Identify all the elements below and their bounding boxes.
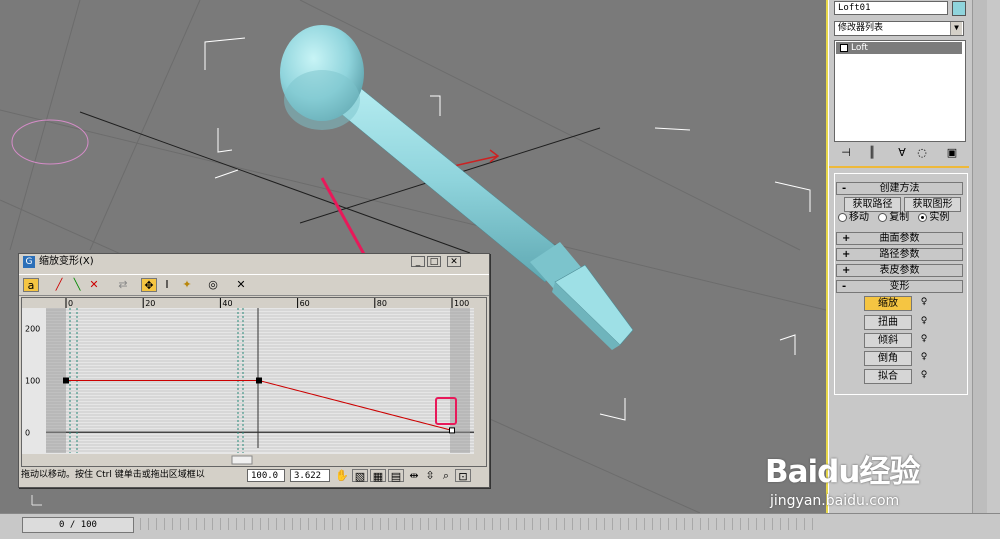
rollout-surface-params[interactable]: + 曲面参数 (836, 232, 963, 245)
lock-aspect-icon[interactable]: a (23, 278, 39, 292)
zoom-horizontal-extents-icon[interactable]: ▦ (370, 469, 386, 483)
ruler-tick-label: 60 (300, 299, 310, 308)
teeter-deform-button[interactable]: 倾斜 (864, 333, 912, 348)
pin-stack-icon[interactable]: ⊣ (838, 146, 854, 160)
baidu-watermark-url: jingyan.baidu.com (770, 493, 900, 509)
object-color-swatch[interactable] (952, 1, 966, 16)
close-icon[interactable]: ✕ (447, 256, 461, 267)
zoom-region-icon[interactable]: ⊡ (455, 469, 471, 483)
maximize-icon[interactable]: □ (427, 256, 441, 267)
modifier-stack[interactable]: Loft (834, 40, 966, 142)
ruler-tick-label: 20 (145, 299, 155, 308)
configure-sets-icon[interactable]: ▣ (944, 146, 960, 160)
deformation-curve[interactable]: 0 20 40 60 80 100 200 100 0 (22, 298, 486, 466)
y-tick-label: 0 (25, 428, 30, 437)
y-tick-label: 100 (25, 377, 40, 386)
expand-icon[interactable] (840, 43, 848, 52)
baidu-watermark: Baidu经验 (765, 454, 920, 490)
display-x-axis-icon[interactable]: ╱ (51, 278, 67, 292)
rollout-area: - 创建方法 获取路径 获取图形 移动 复制 实例 + 曲面参数 + 路径参数 + 表皮… (834, 173, 968, 395)
pan-icon[interactable]: ✋ (334, 469, 350, 482)
ruler-tick-label: 100 (454, 299, 469, 308)
rollout-path-params[interactable]: + 路径参数 (836, 248, 963, 261)
control-point[interactable] (63, 377, 69, 384)
radio-instance[interactable]: 实例 (918, 212, 949, 223)
bulb-icon[interactable]: ♀ (920, 316, 928, 326)
dialog-status-text: 拖动以移动。按住 Ctrl 键单击或拖出区域框以 (21, 470, 205, 480)
panel-scrollbar[interactable] (972, 0, 987, 513)
app-icon: G (23, 256, 35, 268)
move-control-point-icon[interactable]: ✥ (141, 278, 157, 292)
show-end-result-icon[interactable]: ║ (864, 146, 880, 160)
bulb-icon[interactable]: ♀ (920, 370, 928, 380)
control-point[interactable] (449, 427, 455, 434)
radio-move[interactable]: 移动 (838, 212, 869, 223)
modifier-list-label: 修改器列表 (838, 23, 884, 33)
object-name-field[interactable]: Loft01 (834, 1, 948, 15)
stack-item-loft[interactable]: Loft (836, 42, 962, 54)
zoom-horizontal-icon[interactable]: ⇹ (406, 469, 422, 482)
dialog-titlebar[interactable]: G 缩放变形(X) _ □ ✕ (19, 254, 489, 270)
rollout-deformations[interactable]: - 变形 (836, 280, 963, 293)
scale-deform-button[interactable]: 缩放 (864, 296, 912, 311)
chevron-down-icon[interactable]: ▼ (950, 22, 962, 35)
bulb-icon[interactable]: ♀ (920, 334, 928, 344)
fit-deform-button[interactable]: 拟合 (864, 369, 912, 384)
scale-deformation-dialog: G 缩放变形(X) _ □ ✕ a ╱ ╲ ✕ ⇄ ✥ I ✦ ◎ ✕ 0 20 4… (18, 253, 490, 488)
get-shape-button[interactable]: 获取图形 (904, 197, 961, 212)
insert-corner-point-icon[interactable]: ✦ (179, 278, 195, 292)
rollout-skin-params[interactable]: + 表皮参数 (836, 264, 963, 277)
modifier-list-dropdown[interactable]: 修改器列表 ▼ (834, 21, 964, 36)
time-slider[interactable]: 0 / 100 (22, 517, 134, 533)
zoom-vertical-icon[interactable]: ⇳ (422, 469, 438, 482)
timeline-ticks (140, 518, 820, 530)
display-xy-axes-icon[interactable]: ✕ (86, 278, 102, 292)
reset-curve-icon[interactable]: ✕ (233, 278, 249, 292)
make-unique-icon[interactable]: ∀ (894, 146, 910, 160)
creation-options: 移动 复制 实例 (838, 212, 964, 224)
zoom-extents-icon[interactable]: ▧ (352, 469, 368, 483)
get-path-button[interactable]: 获取路径 (844, 197, 901, 212)
scale-control-point-icon[interactable]: I (159, 278, 175, 292)
deformation-graph[interactable]: 0 20 40 60 80 100 200 100 0 (21, 297, 487, 467)
x-value-field[interactable]: 100.0 (247, 469, 285, 482)
minimize-icon[interactable]: _ (411, 256, 425, 267)
display-y-axis-icon[interactable]: ╲ (69, 278, 85, 292)
control-point[interactable] (256, 377, 262, 384)
stack-toolbar: ⊣ ║ ∀ ◌ ▣ (834, 146, 964, 160)
time-slider-bar: 0 / 100 (0, 513, 1000, 539)
ruler-tick-label: 0 (68, 299, 73, 308)
y-value-field[interactable]: 3.622 (290, 469, 330, 482)
dialog-toolbar: a ╱ ╲ ✕ ⇄ ✥ I ✦ ◎ ✕ (19, 274, 489, 296)
dialog-title: 缩放变形(X) (39, 256, 94, 267)
twist-deform-button[interactable]: 扭曲 (864, 315, 912, 330)
radio-copy[interactable]: 复制 (878, 212, 909, 223)
remove-modifier-icon[interactable]: ◌ (914, 146, 930, 160)
zoom-icon[interactable]: ⌕ (438, 469, 454, 482)
command-panel: Loft01 修改器列表 ▼ Loft ⊣ ║ ∀ ◌ ▣ - 创建方法 获取路径… (828, 0, 1000, 513)
highlight-box (435, 397, 457, 425)
ruler-tick-label: 80 (377, 299, 387, 308)
y-tick-label: 200 (25, 325, 40, 334)
swap-curves-icon[interactable]: ⇄ (115, 278, 131, 292)
zoom-vertical-extents-icon[interactable]: ▤ (388, 469, 404, 483)
bulb-icon[interactable]: ♀ (920, 297, 928, 307)
bulb-icon[interactable]: ♀ (920, 352, 928, 362)
stack-item-label: Loft (851, 43, 868, 53)
ruler-tick-label: 40 (222, 299, 232, 308)
delete-control-point-icon[interactable]: ◎ (205, 278, 221, 292)
rollout-creation-method[interactable]: - 创建方法 (836, 182, 963, 195)
bevel-deform-button[interactable]: 倒角 (864, 351, 912, 366)
